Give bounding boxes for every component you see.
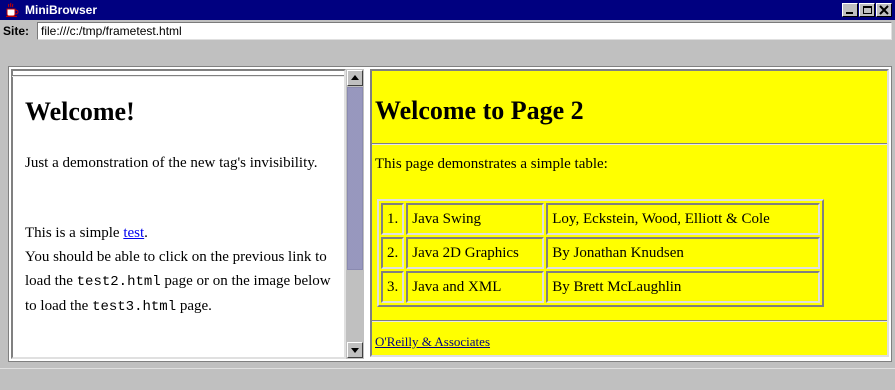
close-icon [879, 5, 889, 15]
table-cell: Java 2D Graphics [406, 237, 545, 269]
table-cell: Java and XML [406, 271, 545, 303]
right-frame[interactable]: Welcome to Page 2 This page demonstrates… [370, 69, 889, 357]
table-row: 1. Java Swing Loy, Eckstein, Wood, Ellio… [381, 203, 821, 235]
filename-text: test3.html [92, 299, 177, 315]
status-bar [0, 368, 895, 390]
table-cell: Loy, Eckstein, Wood, Elliott & Cole [546, 203, 821, 235]
left-frame-intro: Just a demonstration of the new tag's in… [25, 155, 318, 171]
body-text: . [144, 225, 148, 241]
oreilly-link[interactable]: O'Reilly & Associates [375, 334, 490, 350]
left-frame-divider [12, 75, 344, 77]
table-row: 2. Java 2D Graphics By Jonathan Knudsen [381, 237, 821, 269]
left-frame-body: This is a simple test. You should be abl… [25, 221, 344, 319]
scroll-up-button[interactable] [347, 70, 363, 86]
scroll-thumb[interactable] [347, 87, 363, 270]
books-table: 1. Java Swing Loy, Eckstein, Wood, Ellio… [377, 199, 825, 307]
table-cell: Java Swing [406, 203, 545, 235]
table-cell: By Jonathan Knudsen [546, 237, 821, 269]
table-cell: 3. [381, 271, 405, 303]
close-button[interactable] [876, 3, 892, 17]
minimize-button[interactable] [842, 3, 858, 17]
table-cell: By Brett McLaughlin [546, 271, 821, 303]
right-frame-divider [372, 143, 887, 145]
scroll-down-button[interactable] [347, 342, 363, 358]
maximize-icon [863, 6, 872, 14]
right-frame-heading: Welcome to Page 2 [375, 96, 584, 125]
window-title: MiniBrowser [25, 3, 98, 17]
site-label: Site: [3, 24, 30, 38]
window-title-bar[interactable]: MiniBrowser [0, 0, 895, 20]
vertical-scrollbar[interactable] [346, 69, 364, 359]
left-frame[interactable]: Welcome! Just a demonstration of the new… [11, 69, 346, 359]
table-row: 3. Java and XML By Brett McLaughlin [381, 271, 821, 303]
java-coffee-cup-icon [4, 2, 20, 18]
url-input[interactable]: file:///c:/tmp/frametest.html [37, 22, 892, 40]
table-cell: 2. [381, 237, 405, 269]
table-cell: 1. [381, 203, 405, 235]
test-link[interactable]: test [123, 225, 144, 241]
body-text: This is a simple [25, 225, 124, 241]
left-frame-heading: Welcome! [25, 97, 135, 126]
address-bar: Site: file:///c:/tmp/frametest.html [0, 20, 895, 42]
maximize-button[interactable] [859, 3, 875, 17]
arrow-up-icon [351, 75, 359, 80]
right-frame-intro: This page demonstrates a simple table: [375, 156, 608, 172]
body-text: page. [176, 298, 212, 314]
filename-text: test2.html [76, 274, 161, 290]
minimize-icon [846, 12, 853, 14]
right-frame-footer-divider [372, 320, 887, 322]
arrow-down-icon [351, 348, 359, 353]
